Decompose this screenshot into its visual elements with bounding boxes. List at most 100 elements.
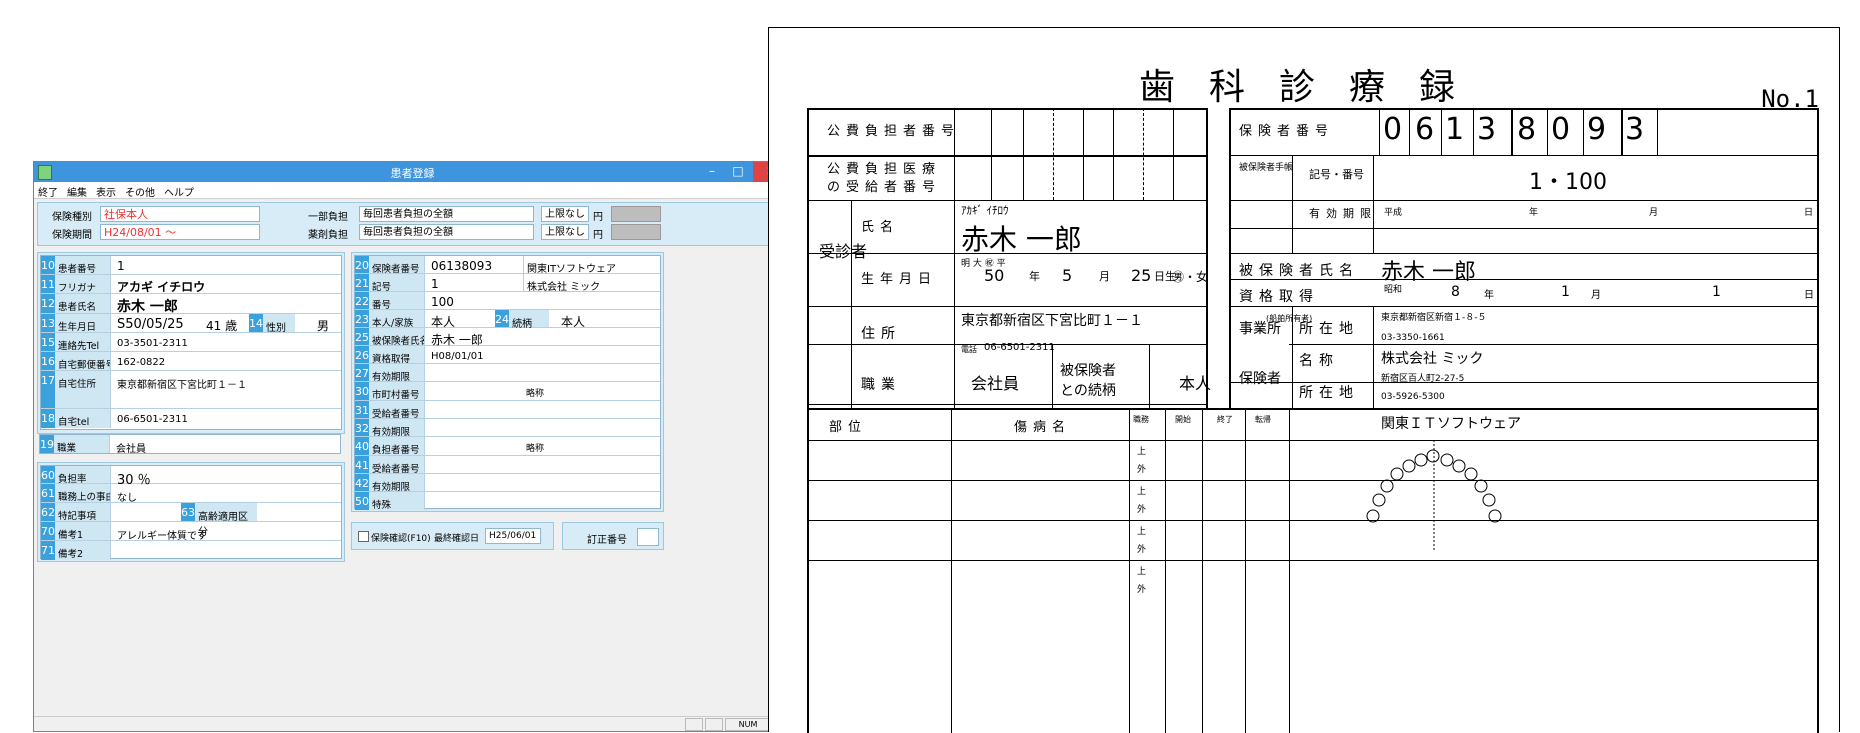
amount-field-1[interactable] — [611, 206, 661, 222]
postal-code-value[interactable]: 162-0822 — [117, 352, 165, 368]
amount-field-2[interactable] — [611, 224, 661, 240]
qualification-label: 資格取得 — [1239, 289, 1319, 305]
row-home-tel[interactable]: 18 自宅tel 06-6501-2311 — [41, 409, 341, 428]
field-label: 特殊 — [369, 492, 425, 510]
form-rule — [1511, 108, 1513, 155]
column-duty: 職務 — [1133, 415, 1149, 424]
minimize-button[interactable]: – — [699, 162, 725, 182]
field-label: 有効期限 — [369, 474, 425, 491]
row-furigana[interactable]: 11 フリガナ アカギ イチロウ — [41, 275, 341, 294]
row-patient-number[interactable]: 10 患者番号 1 — [41, 256, 341, 275]
month-unit: 月 — [1099, 270, 1110, 283]
birthdate-value[interactable]: S50/05/25 — [117, 314, 184, 332]
row-upper-mark: 上 — [1137, 447, 1147, 457]
row-special-notes[interactable]: 62 特記事項 63 高齢適用区分 — [41, 503, 341, 538]
row-burden-rate[interactable]: 60 負担率 30 ％ — [41, 466, 341, 488]
row-expiry-2[interactable]: 32 有効期限 — [355, 419, 660, 437]
row-insurer-number[interactable]: 20 保険者番号 06138093 関東ITソフトウェア — [355, 256, 660, 275]
contact-tel-value[interactable]: 03-3501-2311 — [117, 333, 188, 349]
form-rule — [1229, 108, 1231, 408]
form-rule — [1245, 408, 1246, 733]
limit-field-2[interactable]: 上限なし — [541, 224, 589, 240]
row-expiry-3[interactable]: 42 有効期限 — [355, 474, 660, 492]
tooth-mark — [1366, 509, 1380, 523]
row-municipal-number[interactable]: 30 市町村番号 略称 — [355, 382, 660, 401]
partial-burden-field[interactable]: 毎回患者負担の全額 — [359, 206, 534, 222]
insurance-period-field[interactable]: H24/08/01 ～ — [100, 224, 260, 240]
month-unit: 月 — [1649, 208, 1659, 218]
row-recipient-number[interactable]: 31 受給者番号 — [355, 401, 660, 419]
confirm-checkbox[interactable] — [358, 531, 369, 542]
menu-edit[interactable]: 編集 — [63, 182, 92, 199]
menu-help[interactable]: ヘルプ — [160, 182, 199, 199]
insurer-info-panel: 20 保険者番号 06138093 関東ITソフトウェア 21 記号 1 株式会社 ミック … — [351, 252, 664, 512]
insured-name-value[interactable]: 赤木 一郎 — [431, 328, 483, 348]
status-cell — [685, 718, 703, 731]
address-value[interactable]: 東京都新宿区下宮比町１－１ — [117, 371, 247, 391]
number-value[interactable]: 100 — [431, 292, 454, 309]
field-number: 20 — [355, 256, 369, 273]
row-occupation[interactable]: 19 職業 会社員 — [39, 434, 341, 455]
insurer-name-value: 関東ITソフトウェア — [523, 256, 616, 275]
row-duty-reason[interactable]: 61 職務上の事由 なし — [41, 484, 341, 504]
address-value: 東京都新宿区下宮比町１－１ — [961, 313, 1143, 329]
field-label: 患者氏名 — [55, 294, 111, 313]
duty-reason-value[interactable]: なし — [117, 484, 137, 504]
field-label: 有効期限 — [369, 364, 425, 381]
correction-number-field[interactable] — [637, 528, 659, 546]
public-recipient-label: 公費負担医療 — [827, 162, 942, 177]
tooth-mark — [1452, 459, 1466, 473]
row-special[interactable]: 50 特殊 — [355, 492, 660, 510]
patient-name-value[interactable]: 赤木 一郎 — [117, 294, 178, 316]
insurer-number-value[interactable]: 06138093 — [431, 256, 492, 273]
row-postal-code[interactable]: 16 自宅郵便番号 162-0822 — [41, 352, 341, 371]
home-tel-value[interactable]: 06-6501-2311 — [117, 409, 188, 425]
row-expiry[interactable]: 27 有効期限 — [355, 364, 660, 382]
limit-field-1[interactable]: 上限なし — [541, 206, 589, 222]
menu-exit[interactable]: 終了 — [34, 182, 63, 199]
row-recipient-number-2[interactable]: 41 受給者番号 — [355, 456, 660, 474]
form-rule — [807, 108, 809, 733]
relationship-value[interactable]: 本人 — [561, 310, 585, 330]
row-address[interactable]: 17 自宅住所 東京都新宿区下宮比町１－１ — [41, 371, 341, 409]
insurance-type-field[interactable]: 社保本人 — [100, 206, 260, 222]
maximize-button[interactable]: □ — [725, 162, 751, 182]
symbol-value[interactable]: 1 — [431, 274, 439, 291]
patient-number-value[interactable]: 1 — [117, 256, 125, 273]
row-birthdate[interactable]: 13 生年月日 S50/05/25 41 歳 14 性別 男 — [41, 314, 341, 334]
furigana-value[interactable]: アカギ イチロウ — [117, 275, 205, 295]
relationship-value: 本人 — [1179, 374, 1212, 393]
occupation-value[interactable]: 会社員 — [116, 435, 146, 455]
field-label: 職業 — [54, 435, 110, 453]
form-rule — [807, 155, 1207, 157]
row-qualification[interactable]: 26 資格取得 H08/01/01 — [355, 346, 660, 364]
insurer-grid: 20 保険者番号 06138093 関東ITソフトウェア 21 記号 1 株式会社 ミック … — [354, 255, 661, 510]
menu-view[interactable]: 表示 — [92, 182, 121, 199]
field-label: 負担者番号 — [369, 437, 425, 455]
last-confirm-date[interactable]: H25/06/01 — [485, 528, 541, 544]
correction-panel: 訂正番号 — [562, 522, 664, 550]
row-payer-number[interactable]: 40 負担者番号 略称 — [355, 437, 660, 456]
form-rule — [1149, 344, 1150, 408]
field-number: 18 — [41, 409, 55, 428]
drug-burden-field[interactable]: 毎回患者負担の全額 — [359, 224, 534, 240]
certificate-label: 被保険者手帳 — [1239, 163, 1294, 173]
row-remarks-1[interactable]: 70 備考1 アレルギー体質です — [41, 522, 341, 542]
row-patient-name[interactable]: 12 患者氏名 赤木 一郎 — [41, 294, 341, 316]
remarks-1-value[interactable]: アレルギー体質です — [117, 522, 207, 542]
era-label: 平成 — [1384, 208, 1403, 218]
sex-value[interactable]: 男 — [317, 314, 329, 334]
menu-other[interactable]: その他 — [121, 182, 160, 199]
company-name-value: 株式会社 ミック — [523, 274, 600, 293]
field-label: 生年月日 — [55, 314, 111, 332]
row-self-family[interactable]: 23 本人/家族 本人 24 続柄 本人 — [355, 310, 660, 330]
row-contact-tel[interactable]: 15 連絡先Tel 03-3501-2311 — [41, 333, 341, 352]
row-symbol[interactable]: 21 記号 1 株式会社 ミック — [355, 274, 660, 293]
qualification-value[interactable]: H08/01/01 — [431, 346, 483, 362]
self-family-value[interactable]: 本人 — [431, 310, 455, 330]
row-number[interactable]: 22 番号 100 — [355, 292, 660, 310]
field-number: 16 — [41, 352, 55, 370]
year-unit: 年 — [1529, 208, 1539, 218]
row-remarks-2[interactable]: 71 備考2 — [41, 541, 341, 560]
row-insured-name[interactable]: 25 被保険者氏名 赤木 一郎 — [355, 328, 660, 348]
